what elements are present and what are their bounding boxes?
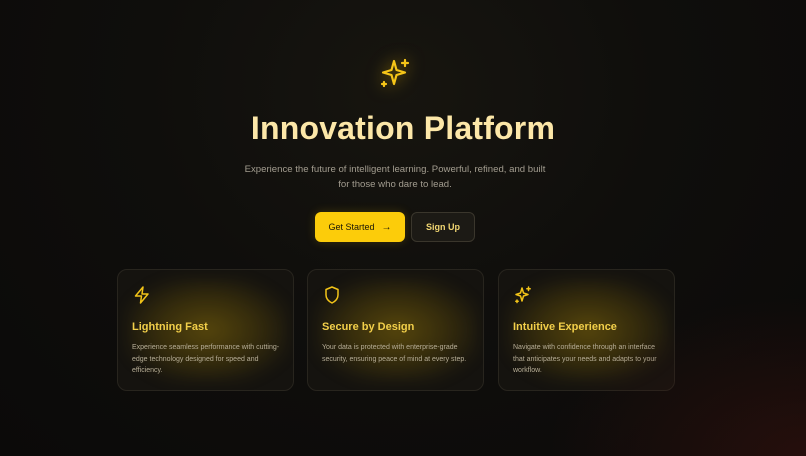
hero-subtitle: Experience the future of intelligent lea… xyxy=(244,164,546,190)
feature-card-intuitive-experience: Intuitive Experience Navigate with confi… xyxy=(498,269,675,391)
feature-description: Experience seamless performance with cut… xyxy=(132,344,280,374)
feature-card-lightning-fast: Lightning Fast Experience seamless perfo… xyxy=(117,269,294,391)
sparkles-icon xyxy=(513,285,533,305)
sign-up-label: Sign Up xyxy=(426,222,460,232)
page-title: Innovation Platform xyxy=(250,110,556,146)
lightning-icon xyxy=(132,285,152,305)
feature-description: Your data is protected with enterprise-g… xyxy=(322,344,467,363)
feature-card-secure-by-design: Secure by Design Your data is protected … xyxy=(307,269,484,391)
get-started-button[interactable]: Get Started → xyxy=(315,212,405,242)
sign-up-button[interactable]: Sign Up xyxy=(411,212,475,242)
get-started-label: Get Started xyxy=(328,222,375,232)
shield-icon xyxy=(322,285,342,305)
feature-title: Secure by Design xyxy=(322,321,415,333)
feature-title: Intuitive Experience xyxy=(513,321,617,333)
arrow-right-icon: → xyxy=(381,221,392,233)
sparkles-icon xyxy=(377,56,413,92)
feature-title: Lightning Fast xyxy=(132,321,208,333)
feature-description: Navigate with confidence through an inte… xyxy=(513,344,657,374)
